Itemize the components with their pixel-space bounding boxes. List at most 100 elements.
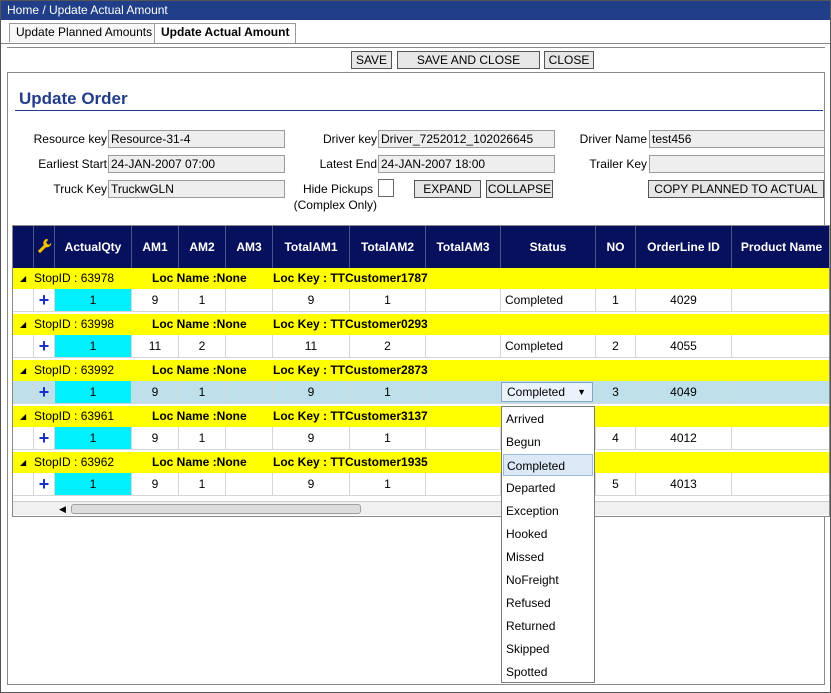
hide-pickups-checkbox[interactable]	[378, 179, 394, 197]
actualqty-cell[interactable]: 1	[55, 289, 132, 312]
collapse-button[interactable]: COLLAPSE	[486, 180, 553, 198]
close-button[interactable]: CLOSE	[544, 51, 594, 69]
am1-cell: 9	[132, 381, 179, 404]
plus-icon[interactable]: +	[34, 335, 55, 358]
header-am1[interactable]: AM1	[132, 226, 179, 268]
latest-end-field[interactable]: 24-JAN-2007 18:00	[378, 155, 555, 173]
totalam2-cell: 1	[350, 427, 426, 450]
hide-pickups-note: (Complex Only)	[293, 198, 377, 212]
status-option-hooked[interactable]: Hooked	[503, 523, 593, 545]
header-am3[interactable]: AM3	[226, 226, 273, 268]
order-lines-grid: ActualQty AM1 AM2 AM3 TotalAM1 TotalAM2 …	[12, 225, 830, 517]
am2-cell: 1	[179, 473, 226, 496]
earliest-start-label: Earliest Start	[38, 157, 107, 171]
totalam3-cell	[426, 381, 501, 404]
table-row[interactable]: + 1 9 1 9 1 5 4013	[13, 473, 829, 496]
horizontal-scrollbar[interactable]: ◀	[13, 501, 829, 515]
status-option-returned[interactable]: Returned	[503, 615, 593, 637]
status-options-list: Arrived Begun Completed Departed Excepti…	[501, 406, 595, 683]
header-am2[interactable]: AM2	[179, 226, 226, 268]
header-expander-column	[13, 226, 34, 268]
plus-icon[interactable]: +	[34, 381, 55, 404]
actualqty-cell[interactable]: 1	[55, 335, 132, 358]
plus-icon[interactable]: +	[34, 473, 55, 496]
header-product-name[interactable]: Product Name	[732, 226, 829, 268]
driver-name-field[interactable]: test456	[649, 130, 825, 148]
tab-update-actual-amount[interactable]: Update Actual Amount	[154, 23, 297, 43]
collapse-triangle-icon[interactable]: ◢	[20, 314, 26, 335]
plus-icon[interactable]: +	[34, 289, 55, 312]
scrollbar-thumb[interactable]	[71, 504, 361, 514]
table-row[interactable]: + 1 9 1 9 1 Completed 1 4029	[13, 289, 829, 312]
status-option-begun[interactable]: Begun	[503, 431, 593, 453]
header-totalam3[interactable]: TotalAM3	[426, 226, 501, 268]
header-orderline-id[interactable]: OrderLine ID	[636, 226, 732, 268]
am3-cell	[226, 335, 273, 358]
status-option-arrived[interactable]: Arrived	[503, 408, 593, 430]
earliest-start-field[interactable]: 24-JAN-2007 07:00	[108, 155, 285, 173]
status-cell[interactable]: Completed	[501, 289, 596, 312]
totalam2-cell: 1	[350, 381, 426, 404]
header-totalam2[interactable]: TotalAM2	[350, 226, 426, 268]
truck-key-field[interactable]: TruckwGLN	[108, 180, 285, 198]
header-no[interactable]: NO	[596, 226, 636, 268]
status-cell[interactable]: Completed	[501, 335, 596, 358]
copy-planned-to-actual-button[interactable]: COPY PLANNED TO ACTUAL	[648, 180, 824, 198]
actualqty-cell[interactable]: 1	[55, 473, 132, 496]
am2-cell: 1	[179, 427, 226, 450]
loc-key: Loc Key : TTCustomer2873	[273, 363, 428, 377]
totalam1-cell: 9	[273, 427, 350, 450]
am3-cell	[226, 289, 273, 312]
status-select[interactable]: Completed ▼	[501, 382, 593, 402]
am1-cell: 11	[132, 335, 179, 358]
collapse-triangle-icon[interactable]: ◢	[20, 452, 26, 473]
orderline-id-cell: 4055	[636, 335, 732, 358]
group-row[interactable]: ◢ StopID : 63978 Loc Name :None Loc Key …	[13, 268, 829, 289]
group-row[interactable]: ◢ StopID : 63992 Loc Name :None Loc Key …	[13, 360, 829, 381]
save-and-close-button[interactable]: SAVE AND CLOSE	[397, 51, 540, 69]
no-cell: 2	[596, 335, 636, 358]
plus-icon[interactable]: +	[34, 427, 55, 450]
tab-update-planned-amounts[interactable]: Update Planned Amounts	[9, 23, 160, 42]
group-row[interactable]: ◢ StopID : 63998 Loc Name :None Loc Key …	[13, 314, 829, 335]
group-row[interactable]: ◢ StopID : 63961 Loc Name :None Loc Key …	[13, 406, 829, 427]
collapse-triangle-icon[interactable]: ◢	[20, 406, 26, 427]
table-row-selected[interactable]: + 1 9 1 9 1 3 4049	[13, 381, 829, 404]
header-actualqty[interactable]: ActualQty	[55, 226, 132, 268]
status-option-departed[interactable]: Departed	[503, 477, 593, 499]
table-row[interactable]: + 1 11 2 11 2 Completed 2 4055	[13, 335, 829, 358]
actualqty-cell[interactable]: 1	[55, 427, 132, 450]
status-option-spotted[interactable]: Spotted	[503, 661, 593, 683]
group-row[interactable]: ◢ StopID : 63962 Loc Name :None Loc Key …	[13, 452, 829, 473]
stop-id: StopID : 63961	[34, 409, 115, 423]
header-status[interactable]: Status	[501, 226, 596, 268]
orderline-id-cell: 4029	[636, 289, 732, 312]
loc-name: Loc Name :None	[152, 271, 247, 285]
status-option-completed[interactable]: Completed	[503, 454, 593, 476]
table-row[interactable]: + 1 9 1 9 1 4 4012	[13, 427, 829, 450]
driver-key-field[interactable]: Driver_7252012_102026645	[378, 130, 555, 148]
header-totalam1[interactable]: TotalAM1	[273, 226, 350, 268]
collapse-triangle-icon[interactable]: ◢	[20, 268, 26, 289]
resource-key-field[interactable]: Resource-31-4	[108, 130, 285, 148]
loc-name: Loc Name :None	[152, 317, 247, 331]
trailer-key-field[interactable]	[649, 155, 825, 173]
am2-cell: 1	[179, 381, 226, 404]
collapse-triangle-icon[interactable]: ◢	[20, 360, 26, 381]
status-option-exception[interactable]: Exception	[503, 500, 593, 522]
wrench-icon[interactable]	[34, 226, 55, 268]
product-name-cell	[732, 289, 829, 312]
status-option-skipped[interactable]: Skipped	[503, 638, 593, 660]
status-option-nofreight[interactable]: NoFreight	[503, 569, 593, 591]
actualqty-cell[interactable]: 1	[55, 381, 132, 404]
driver-key-label: Driver key	[322, 132, 377, 146]
am2-cell: 1	[179, 289, 226, 312]
expand-button[interactable]: EXPAND	[414, 180, 481, 198]
latest-end-label: Latest End	[319, 157, 377, 171]
status-option-refused[interactable]: Refused	[503, 592, 593, 614]
save-button[interactable]: SAVE	[351, 51, 392, 69]
status-option-missed[interactable]: Missed	[503, 546, 593, 568]
loc-key: Loc Key : TTCustomer1935	[273, 455, 428, 469]
stop-id: StopID : 63998	[34, 317, 115, 331]
scroll-left-arrow-icon[interactable]: ◀	[59, 502, 66, 516]
